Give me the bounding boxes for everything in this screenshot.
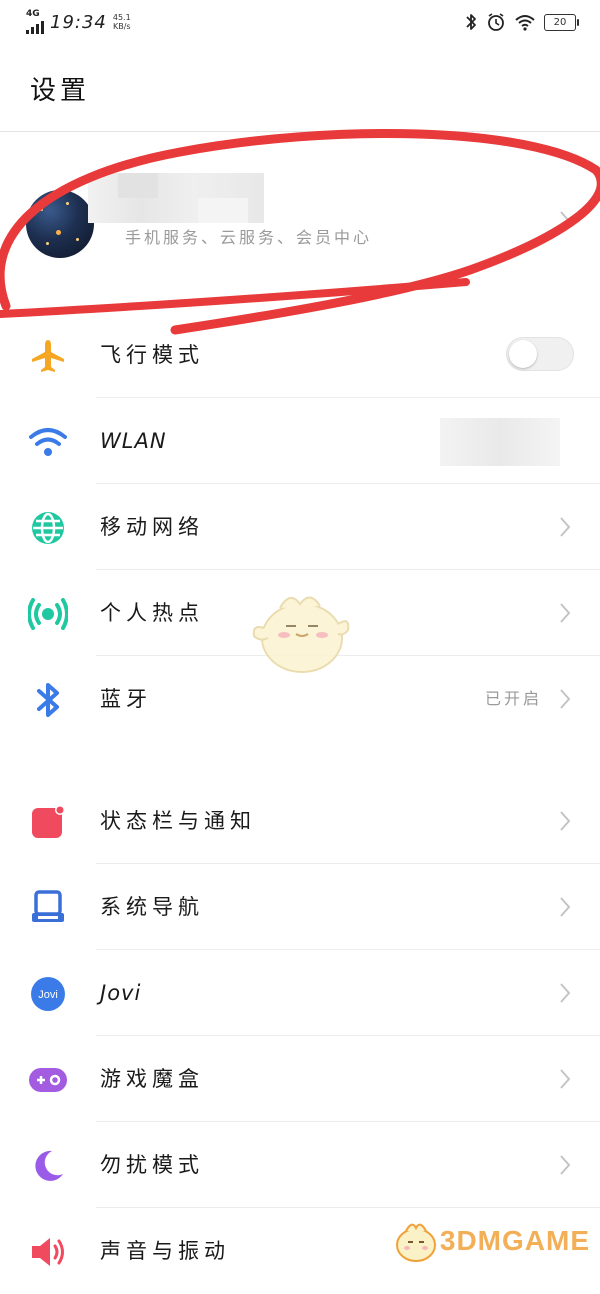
moon-icon: [26, 1144, 70, 1188]
row-label: 状态栏与通知: [100, 809, 256, 833]
row-label: Jovi: [100, 981, 142, 1005]
chevron-right-icon: [560, 983, 571, 1003]
chevron-right-icon: [560, 689, 571, 709]
status-bar: 4G 19:34 45.1 KB/s 20: [0, 0, 600, 48]
settings-row-jovi[interactable]: Jovi Jovi: [0, 950, 600, 1036]
airplane-mode-toggle[interactable]: [506, 337, 574, 371]
row-label: WLAN: [100, 429, 167, 453]
row-label: 游戏魔盒: [100, 1067, 204, 1091]
bluetooth-icon: [26, 678, 70, 722]
globe-icon: [26, 506, 70, 550]
gamepad-icon: [26, 1058, 70, 1102]
row-label: 飞行模式: [100, 343, 204, 367]
speed-unit: KB/s: [112, 22, 131, 31]
bluetooth-status: 已开启: [484, 689, 542, 708]
mascot-watermark-icon: [252, 596, 350, 673]
chevron-right-icon: [560, 811, 571, 831]
settings-row-wlan[interactable]: WLAN: [0, 398, 600, 484]
status-bar-right: 20: [464, 12, 579, 32]
jovi-icon-text: Jovi: [38, 989, 58, 1001]
section-gap: [0, 744, 600, 774]
settings-row-statusbar-notification[interactable]: 状态栏与通知: [0, 778, 600, 864]
settings-row-game-box[interactable]: 游戏魔盒: [0, 1036, 600, 1122]
alarm-icon: [488, 13, 504, 31]
row-label: 移动网络: [100, 515, 204, 539]
row-label: 系统导航: [100, 895, 204, 919]
battery-level: 20: [553, 16, 567, 28]
bluetooth-icon: [466, 14, 476, 30]
battery-icon: 20: [544, 13, 579, 31]
signal-icon: 4G: [26, 10, 44, 34]
wlan-value-blurred: [440, 418, 560, 466]
chevron-right-icon: [560, 897, 571, 917]
wifi-icon: [515, 15, 535, 31]
chevron-right-icon: [560, 517, 571, 537]
settings-row-system-navigation[interactable]: 系统导航: [0, 864, 600, 950]
row-label: 声音与振动: [100, 1239, 230, 1263]
watermark: 3DMGAME: [392, 1218, 590, 1264]
chevron-right-icon: [560, 1069, 571, 1089]
navigation-icon: [26, 886, 70, 930]
clock: 19:34: [50, 11, 107, 33]
chevron-right-icon: [560, 211, 571, 231]
page-title: 设置: [30, 76, 91, 106]
airplane-icon: [26, 334, 70, 378]
settings-row-do-not-disturb[interactable]: 勿扰模式: [0, 1122, 600, 1208]
settings-row-mobile-network[interactable]: 移动网络: [0, 484, 600, 570]
network-type: 4G: [26, 9, 40, 19]
watermark-text: 3DMGAME: [439, 1225, 590, 1256]
speed-value: 45.1: [112, 13, 131, 22]
speaker-icon: [26, 1230, 70, 1274]
account-subtitle: 手机服务、云服务、会员中心: [125, 228, 373, 247]
network-speed: 45.1 KB/s: [113, 13, 131, 31]
row-label: 个人热点: [100, 601, 204, 625]
chevron-right-icon: [560, 603, 571, 623]
avatar[interactable]: [26, 190, 94, 258]
status-bar-left: 4G 19:34 45.1 KB/s: [26, 10, 131, 34]
jovi-icon: Jovi: [26, 972, 70, 1016]
wifi-icon: [26, 420, 70, 464]
row-label: 蓝牙: [100, 687, 152, 711]
account-name-blurred: [88, 173, 264, 223]
chevron-right-icon: [560, 1155, 571, 1175]
hotspot-icon: [26, 592, 70, 636]
row-label: 勿扰模式: [100, 1153, 204, 1177]
notification-icon: [26, 800, 70, 844]
settings-row-airplane[interactable]: 飞行模式: [0, 312, 600, 398]
mascot-logo-icon: [395, 1223, 436, 1262]
